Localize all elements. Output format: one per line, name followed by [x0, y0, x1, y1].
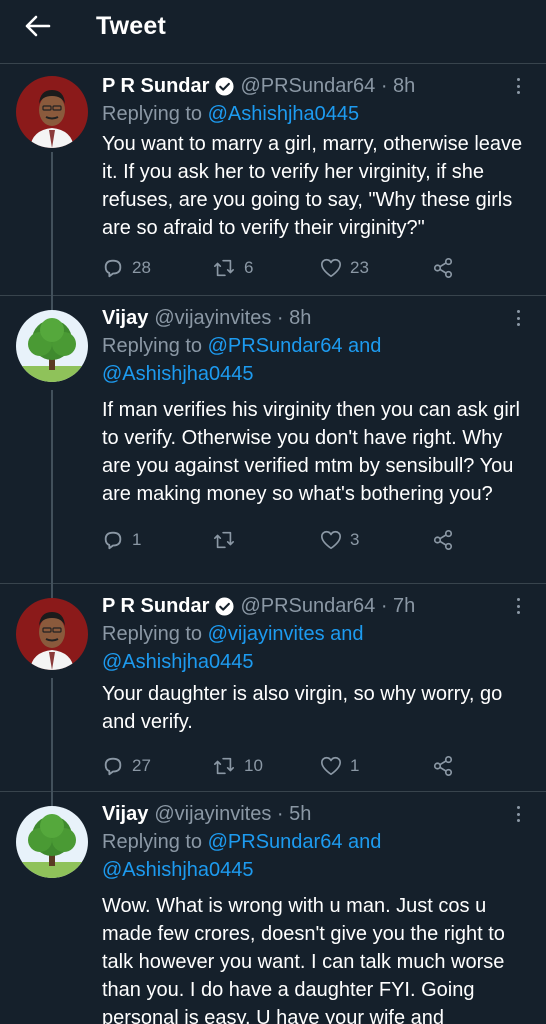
- tweet-2[interactable]: Vijay @vijayinvites · 8h Replying to @PR…: [0, 296, 546, 600]
- retweet-button[interactable]: 10: [212, 755, 320, 777]
- like-button[interactable]: 3: [320, 529, 432, 551]
- author-name[interactable]: P R Sundar: [102, 75, 209, 98]
- like-button[interactable]: 23: [320, 257, 432, 279]
- back-arrow-icon[interactable]: [24, 12, 52, 40]
- author-name[interactable]: Vijay: [102, 307, 148, 330]
- author-handle: @PRSundar64 · 8h: [240, 74, 416, 97]
- replying-to: Replying to @vijayinvites and: [102, 623, 364, 645]
- retweet-icon: [214, 259, 234, 277]
- top-bar: Tweet: [0, 0, 546, 64]
- retweet-button[interactable]: [212, 529, 320, 551]
- reply-icon: [104, 259, 122, 278]
- share-button[interactable]: [432, 257, 454, 279]
- replying-to: Replying to @PRSundar64 and: [102, 335, 382, 357]
- page-title: Tweet: [96, 11, 166, 40]
- share-icon: [433, 756, 453, 776]
- verified-badge-icon: [215, 76, 234, 96]
- mention-link[interactable]: @Ashishjha0445: [102, 363, 254, 385]
- more-options-icon[interactable]: [510, 308, 526, 328]
- author-handle: @vijayinvites · 5h: [154, 802, 312, 825]
- author-handle: @PRSundar64 · 7h: [240, 594, 416, 617]
- mention-link[interactable]: @vijayinvites and: [208, 623, 364, 645]
- like-button[interactable]: 1: [320, 755, 432, 777]
- avatar-vijay[interactable]: [16, 310, 88, 382]
- tweet-actions: 1 3: [102, 526, 528, 554]
- heart-icon: [321, 756, 341, 776]
- mention-link[interactable]: @PRSundar64 and: [208, 831, 382, 853]
- verified-badge-icon: [215, 596, 234, 616]
- reply-button[interactable]: 28: [102, 257, 212, 279]
- share-icon: [433, 258, 453, 278]
- tweet-actions: 27 10 1: [102, 752, 528, 780]
- avatar-prsundar[interactable]: [16, 76, 88, 148]
- author-name[interactable]: Vijay: [102, 803, 148, 826]
- replying-to-cont: @Ashishjha0445: [102, 856, 528, 884]
- replying-to: Replying to @PRSundar64 and: [102, 831, 382, 853]
- mention-link[interactable]: @PRSundar64 and: [208, 335, 382, 357]
- author-handle: @vijayinvites · 8h: [154, 306, 312, 329]
- tweet-text: If man verifies his virginity then you c…: [102, 399, 520, 505]
- replying-to-cont: @Ashishjha0445: [102, 360, 528, 388]
- replying-to: Replying to @Ashishjha0445: [102, 103, 360, 125]
- retweet-button[interactable]: 6: [212, 257, 320, 279]
- tweet-text: You want to marry a girl, marry, otherwi…: [102, 133, 523, 239]
- replying-to-cont: @Ashishjha0445: [102, 648, 528, 676]
- avatar-prsundar[interactable]: [16, 598, 88, 670]
- more-options-icon[interactable]: [510, 596, 526, 616]
- heart-icon: [321, 530, 341, 550]
- tweet-4[interactable]: Vijay @vijayinvites · 5h Replying to @PR…: [0, 792, 546, 1024]
- author-name[interactable]: P R Sundar: [102, 595, 209, 618]
- share-icon: [433, 530, 453, 550]
- reply-icon: [104, 531, 122, 550]
- more-options-icon[interactable]: [510, 76, 526, 96]
- reply-button[interactable]: 1: [102, 529, 212, 551]
- tweet-1[interactable]: P R Sundar @PRSundar64 · 8h Replying to …: [0, 64, 546, 312]
- share-button[interactable]: [432, 755, 454, 777]
- thread-line: [51, 390, 53, 600]
- reply-button[interactable]: 27: [102, 755, 212, 777]
- tweet-3[interactable]: P R Sundar @PRSundar64 · 7h Replying to …: [0, 584, 546, 808]
- mention-link[interactable]: @Ashishjha0445: [102, 651, 254, 673]
- mention-link[interactable]: @Ashishjha0445: [102, 859, 254, 881]
- avatar-vijay[interactable]: [16, 806, 88, 878]
- thread-line: [51, 152, 53, 312]
- reply-icon: [104, 757, 122, 776]
- retweet-icon: [214, 757, 234, 775]
- tweet-screen: Tweet P R Sundar @PRSundar64 · 8h Replyi…: [0, 0, 546, 1024]
- more-options-icon[interactable]: [510, 804, 526, 824]
- mention-link[interactable]: @Ashishjha0445: [208, 103, 360, 125]
- thread-line: [51, 678, 53, 808]
- tweet-text: Your daughter is also virgin, so why wor…: [102, 683, 503, 733]
- heart-icon: [321, 258, 341, 278]
- retweet-icon: [214, 531, 234, 549]
- share-button[interactable]: [432, 529, 454, 551]
- tweet-text: Wow. What is wrong with u man. Just cos …: [102, 895, 505, 1024]
- tweet-actions: 28 6 23: [102, 254, 528, 282]
